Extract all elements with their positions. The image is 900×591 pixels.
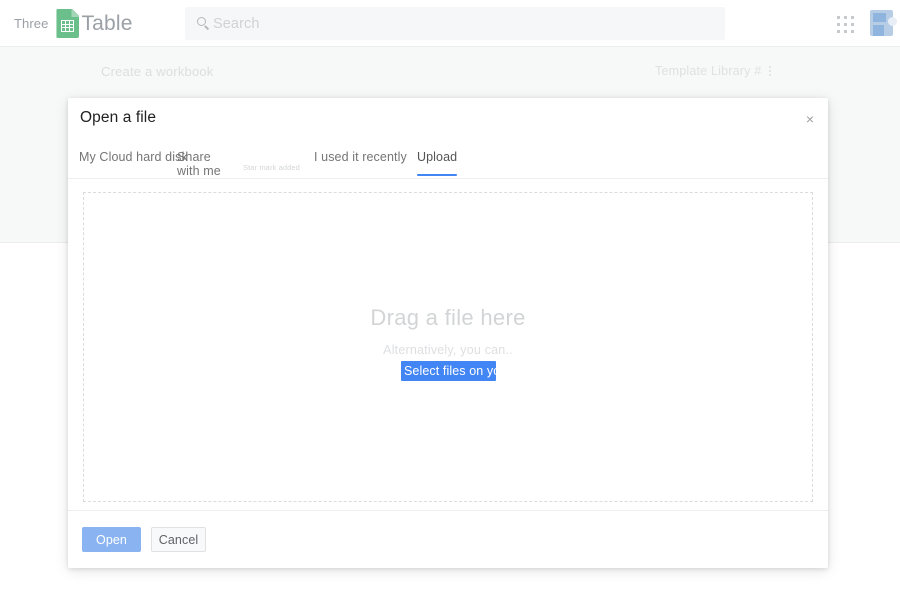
tab-upload[interactable]: Upload <box>417 140 458 176</box>
dialog-footer: Open Cancel <box>68 510 828 568</box>
select-files-button-label: Select files on your device <box>404 364 552 378</box>
tab-upload-label: Upload <box>417 150 458 164</box>
user-avatar-icon[interactable] <box>870 8 900 38</box>
dialog-title: Open a file <box>80 109 157 126</box>
dropzone-title: Drag a file here <box>370 305 526 330</box>
tab-my-cloud-hard-disk[interactable]: My Cloud hard disk <box>79 140 188 164</box>
apps-grid-icon[interactable] <box>837 16 854 33</box>
dropzone-alternative-text: Alternatively, you can.. <box>383 343 513 357</box>
open-button[interactable]: Open <box>82 527 141 552</box>
create-workbook-label[interactable]: Create a workbook <box>101 64 214 79</box>
select-files-button[interactable]: Select files on your device <box>401 361 552 381</box>
search-icon <box>197 16 211 31</box>
template-library-header[interactable]: Template Library # <box>655 64 772 78</box>
vertical-dots-icon[interactable] <box>769 65 772 76</box>
tab-i-used-it-recently[interactable]: I used it recently <box>314 140 407 164</box>
file-dropzone[interactable]: Drag a file here Alternatively, you can.… <box>83 192 813 502</box>
tab-share-with-me[interactable]: Share with me <box>177 140 235 178</box>
search-input[interactable]: Search <box>185 7 725 40</box>
template-library-label: Template Library # <box>655 64 762 78</box>
brand[interactable]: Three Table <box>14 0 133 47</box>
open-file-dialog: Open a file × My Cloud hard disk Share w… <box>68 98 828 568</box>
brand-prefix: Three <box>14 16 49 31</box>
brand-name: Table <box>81 11 133 35</box>
dialog-tabs: My Cloud hard disk Share with me Star ma… <box>68 140 828 179</box>
top-bar: Three Table Search <box>0 0 900 47</box>
tab-active-indicator <box>417 173 458 176</box>
sheets-document-icon <box>56 9 80 38</box>
tab-star-mark-added[interactable]: Star mark added <box>243 140 300 172</box>
close-icon[interactable]: × <box>800 109 820 129</box>
cancel-button[interactable]: Cancel <box>151 527 206 552</box>
search-placeholder: Search <box>213 15 260 32</box>
